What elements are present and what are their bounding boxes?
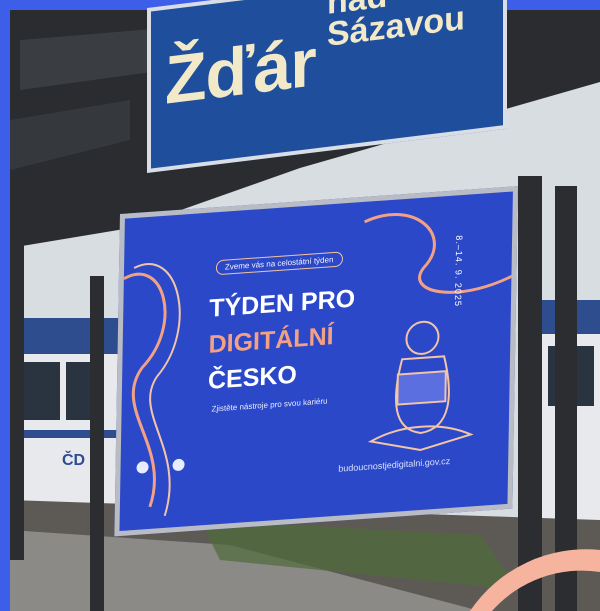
billboard-post: [518, 176, 542, 611]
person-head-outline: [405, 320, 440, 355]
train-stripe: [20, 430, 130, 438]
wavy-line-decoration: [123, 272, 167, 508]
frame-left: [0, 0, 10, 611]
crossed-legs-outline: [367, 425, 474, 452]
train-roof-band: [20, 318, 130, 354]
billboard-post: [555, 186, 577, 611]
train-operator-logo: ČD: [62, 452, 86, 469]
pole: [10, 240, 24, 560]
laptop-icon: [396, 370, 447, 406]
logo-mark: [172, 458, 185, 471]
billboard-post: [90, 276, 104, 611]
logo-mark: [136, 461, 149, 474]
photo-scene: Žďár nad Sázavou Zveme vás na celostátní…: [0, 0, 600, 611]
train-window: [24, 362, 60, 420]
billboard: Zveme vás na celostátní týden TÝDEN PRO …: [114, 186, 519, 537]
event-dates: 8.–14. 9. 2025: [452, 234, 465, 308]
wavy-line-decoration: [364, 213, 519, 294]
sign-city-name: Žďár: [165, 24, 316, 119]
